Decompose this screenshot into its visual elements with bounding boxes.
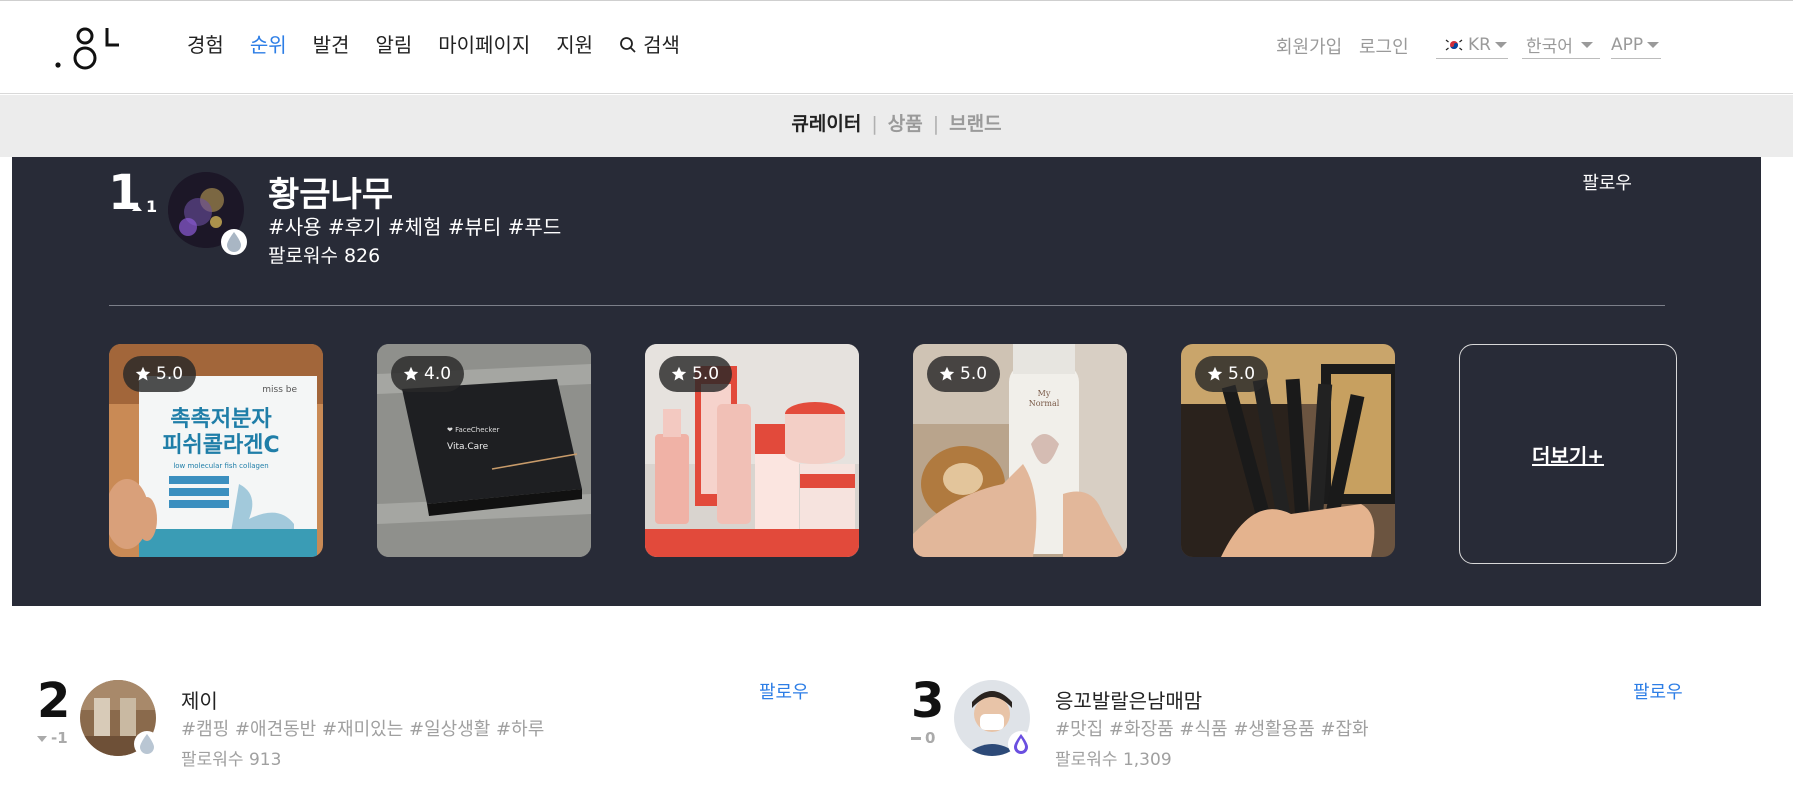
rank-change-value: 0 (925, 729, 936, 747)
app-select[interactable]: APP (1611, 31, 1661, 59)
nav-discover[interactable]: 발견 (313, 31, 350, 59)
ranking-subtabs: 큐레이터 | 상품 | 브랜드 (0, 109, 1793, 136)
main-nav: 경험 순위 발견 알림 마이페이지 지원 검색 (187, 31, 706, 59)
tab-separator: | (932, 113, 940, 135)
rating-value: 5.0 (156, 364, 184, 384)
level-badge (221, 229, 247, 255)
package-title-line1: 촉촉저분자 (170, 407, 272, 432)
package-brand-text: miss be (262, 385, 297, 395)
rating-badge: 5.0 (927, 356, 1001, 392)
rank-change-value: 1 (146, 197, 158, 216)
nav-ranking[interactable]: 순위 (250, 31, 287, 59)
ranking-subtabs-bar: 큐레이터 | 상품 | 브랜드 (0, 95, 1793, 157)
rating-badge: 5.0 (659, 356, 733, 392)
review-card[interactable]: 5.0 (645, 344, 859, 557)
package-brand-text: Vita.Care (447, 442, 489, 452)
curator-name[interactable]: 응꼬발랄은남매맘 (1055, 685, 1202, 714)
star-icon (1207, 366, 1223, 381)
rating-value: 5.0 (960, 364, 988, 384)
star-icon (939, 366, 955, 381)
star-icon (403, 366, 419, 381)
nav-mypage[interactable]: 마이페이지 (438, 31, 530, 59)
region-value: KR (1468, 34, 1491, 55)
package-title-line2: 피쉬콜라겐C (162, 433, 279, 458)
app-value: APP (1611, 34, 1644, 55)
tab-separator: | (871, 113, 878, 135)
curator-tags: #캠핑 #애견동반 #재미있는 #일상생활 #하루 (181, 719, 545, 740)
water-drop-icon (227, 232, 241, 252)
water-drop-icon (140, 734, 154, 754)
chevron-down-icon (1580, 41, 1593, 48)
language-select[interactable]: 한국어 (1522, 31, 1600, 59)
rating-value: 5.0 (692, 364, 720, 384)
review-card[interactable]: miss be 촉촉저분자 피쉬콜라겐C low molecular fish … (109, 344, 323, 557)
follower-count: 팔로워수 913 (181, 750, 282, 770)
curator-name[interactable]: 황금나무 (268, 167, 393, 216)
tab-product[interactable]: 상품 (888, 113, 923, 135)
rating-badge: 4.0 (391, 356, 465, 392)
logo-icon (55, 27, 119, 70)
login-link[interactable]: 로그인 (1359, 33, 1409, 59)
more-button[interactable]: 더보기+ (1459, 344, 1677, 564)
bottle-text-line2: Normal (1029, 399, 1060, 408)
chevron-down-icon (1647, 41, 1660, 48)
rank-down-icon (37, 735, 47, 742)
bottle-text-line1: My (1038, 389, 1051, 398)
list-item: 3 0 응꼬발랄은남매맘 #맛집 #화장품 #식품 #생활용품 #잡화 팔로워수… (911, 675, 1751, 785)
section-divider (109, 305, 1665, 306)
featured-curator-panel: 1 1 황금나무 #사용 #후기 #체험 #뷰티 #푸드 팔로워수 826 팔로… (12, 157, 1761, 606)
rank-number: 3 (911, 673, 945, 729)
rating-badge: 5.0 (1195, 356, 1269, 392)
rating-badge: 5.0 (123, 356, 197, 392)
korea-flag-icon (1444, 37, 1464, 52)
nav-notifications[interactable]: 알림 (375, 31, 412, 59)
water-drop-icon (1014, 734, 1028, 754)
review-card[interactable]: My Normal 5.0 (913, 344, 1127, 557)
review-card[interactable]: ❤ FaceChecker Vita.Care 4.0 (377, 344, 591, 557)
region-select[interactable]: KR (1436, 31, 1508, 59)
follower-count: 팔로워수 826 (268, 245, 381, 267)
chevron-down-icon (1494, 41, 1507, 48)
review-card[interactable]: 5.0 (1181, 344, 1395, 557)
signup-link[interactable]: 회원가입 (1276, 33, 1342, 59)
site-header: 경험 순위 발견 알림 마이페이지 지원 검색 회원가입 로그인 KR 한국어 (0, 1, 1793, 94)
curator-tags: #사용 #후기 #체험 #뷰티 #푸드 (268, 215, 562, 239)
level-badge (1008, 731, 1034, 757)
curator-name[interactable]: 제이 (181, 685, 218, 714)
star-icon (135, 366, 151, 381)
rating-value: 4.0 (424, 364, 452, 384)
star-icon (671, 366, 687, 381)
rank-change: 0 (911, 729, 935, 747)
follow-button[interactable]: 팔로우 (1633, 678, 1683, 704)
package-subtitle: low molecular fish collagen (173, 462, 268, 470)
rank-change-value: -1 (51, 729, 68, 747)
follow-button[interactable]: 팔로우 (759, 678, 809, 704)
rank-same-icon (911, 737, 921, 740)
rank-up-icon (132, 204, 142, 211)
nav-support[interactable]: 지원 (556, 31, 593, 59)
nav-experience[interactable]: 경험 (187, 31, 224, 59)
nav-search-label: 검색 (643, 33, 680, 57)
rank-number: 2 (37, 673, 71, 729)
nav-search[interactable]: 검색 (619, 31, 680, 59)
language-value: 한국어 (1526, 37, 1573, 57)
list-item: 2 -1 제이 #캠핑 #애견동반 #재미있는 #일상생활 #하루 팔로워수 9… (37, 675, 877, 785)
tab-brand[interactable]: 브랜드 (949, 113, 1001, 135)
site-logo[interactable] (55, 25, 119, 73)
rank-change: -1 (37, 729, 68, 747)
follower-count: 팔로워수 1,309 (1055, 750, 1172, 770)
rank-change: 1 (132, 197, 157, 216)
more-label: 더보기+ (1532, 443, 1604, 468)
level-badge (134, 731, 160, 757)
package-text: ❤ FaceChecker (447, 426, 500, 434)
curator-tags: #맛집 #화장품 #식품 #생활용품 #잡화 (1055, 719, 1369, 740)
search-icon (620, 37, 636, 53)
rating-value: 5.0 (1228, 364, 1256, 384)
tab-curator[interactable]: 큐레이터 (791, 113, 861, 135)
follow-button[interactable]: 팔로우 (1582, 169, 1632, 195)
